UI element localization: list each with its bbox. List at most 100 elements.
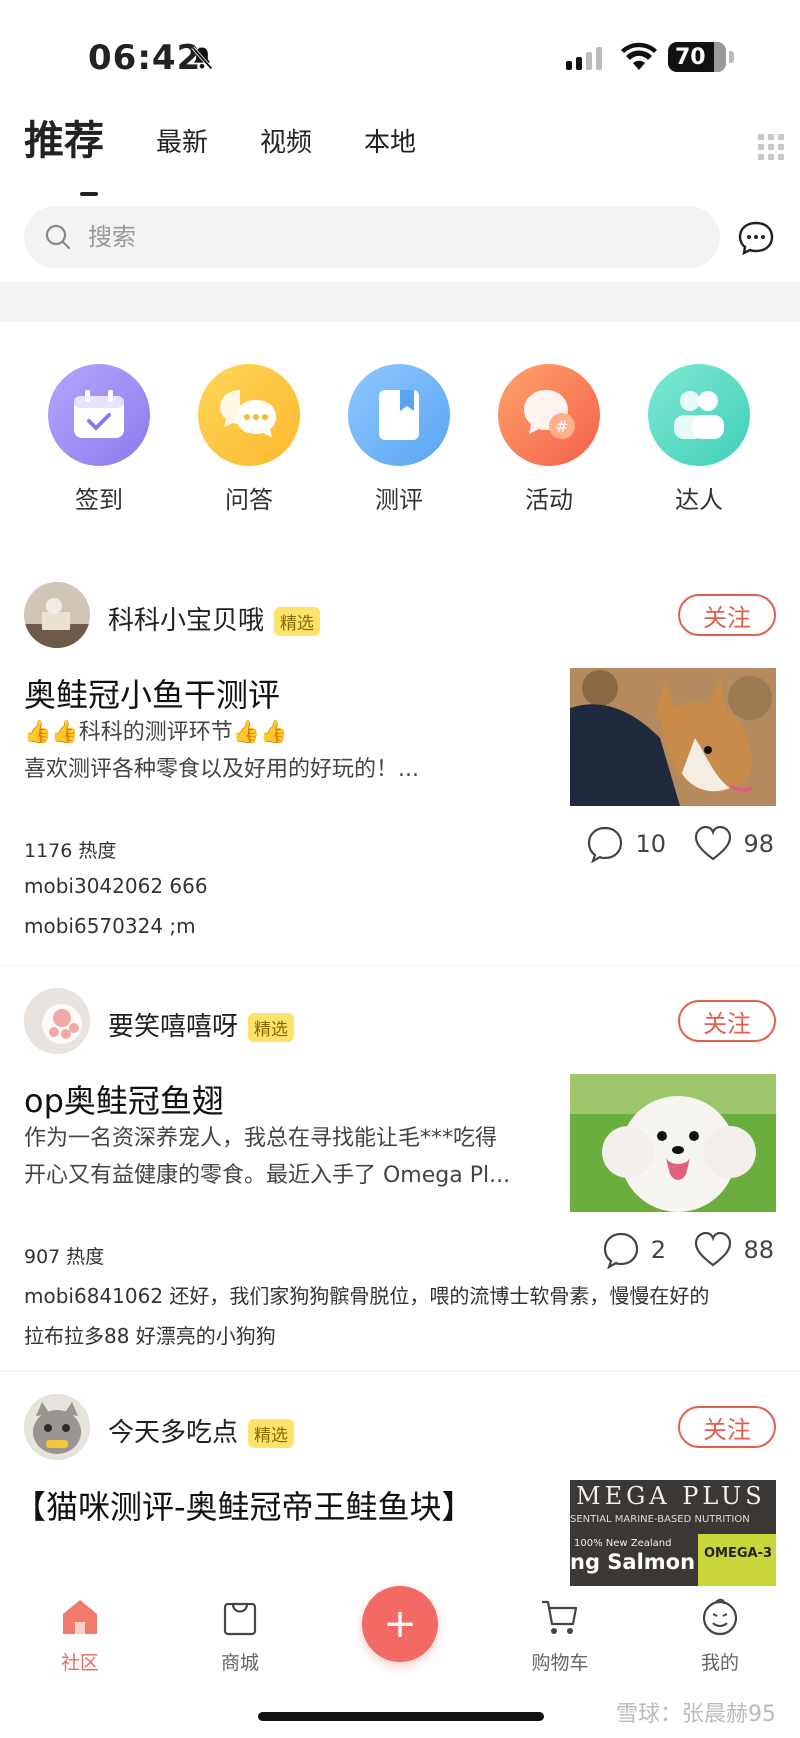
author-name[interactable]: 要笑嘻嘻呀 精选: [108, 1006, 295, 1043]
post-title[interactable]: op奥鲑冠鱼翅: [24, 1076, 224, 1122]
comment-count-text: 2: [650, 1236, 666, 1264]
shortcut-experts[interactable]: 达人: [644, 364, 754, 515]
section-divider: [0, 282, 800, 322]
all-channels-grid-icon[interactable]: [758, 134, 784, 160]
post-title[interactable]: 【猫咪测评-奥鲑冠帝王鲑鱼块】: [14, 1482, 474, 1528]
shortcut-row: 签到 问答 测评 # 活动 达人: [0, 364, 800, 524]
thumbnail-text: 100% New Zealand: [574, 1538, 672, 1549]
avatar[interactable]: [24, 1394, 90, 1460]
excerpt-line: 作为一名资深养宠人，我总在寻找能让毛***吃得: [24, 1126, 498, 1151]
smiley-face-icon: [702, 1598, 738, 1636]
home-icon: [63, 1600, 97, 1634]
shortcut-label: 问答: [225, 486, 273, 514]
post-thumbnail[interactable]: [570, 668, 776, 806]
shortcut-qa[interactable]: 问答: [194, 364, 304, 515]
post-thumbnail[interactable]: [570, 1074, 776, 1212]
heart-icon: [695, 1231, 732, 1267]
like-count[interactable]: 98: [693, 824, 774, 864]
post-thumbnail[interactable]: MEGA PLUS SENTIAL MARINE-BASED NUTRITION…: [570, 1480, 776, 1586]
thumbnail-label-panel: OMEGA-3: [698, 1534, 776, 1586]
bookmark-book-icon: [348, 364, 450, 466]
shortcut-label: 达人: [675, 486, 723, 514]
featured-badge: 精选: [248, 1419, 295, 1448]
search-bar[interactable]: [24, 206, 720, 268]
battery-icon: 70: [668, 42, 734, 72]
tab-latest[interactable]: 最新: [156, 122, 208, 159]
post-excerpt[interactable]: 👍👍科科的测评环节👍👍 喜欢测评各种零食以及好用的好玩的！...: [24, 714, 544, 788]
featured-badge: 精选: [248, 1013, 295, 1042]
search-icon: [45, 224, 71, 250]
excerpt-line: 喜欢测评各种零食以及好用的好玩的！...: [24, 757, 419, 782]
thumbnail-text: MEGA PLUS: [576, 1482, 766, 1510]
author-name-text: 今天多吃点: [108, 1418, 239, 1448]
comment-icon: [603, 1232, 638, 1270]
thumbnail-text: ng Salmon: [570, 1550, 696, 1574]
tab-video[interactable]: 视频: [260, 122, 312, 159]
author-name-text: 科科小宝贝哦: [108, 606, 265, 636]
battery-level: 70: [675, 44, 706, 70]
shortcut-checkin[interactable]: 签到: [44, 364, 154, 515]
watermark: 雪球：张晨赫95: [616, 1702, 776, 1727]
avatar[interactable]: [24, 988, 90, 1054]
search-input[interactable]: [88, 223, 648, 251]
heat-count: 907 热度: [24, 1246, 105, 1268]
nav-community[interactable]: 社区: [30, 1596, 130, 1675]
thumbnail-text: SENTIAL MARINE-BASED NUTRITION: [570, 1514, 750, 1525]
heart-icon: [695, 825, 732, 861]
chat-bubbles-icon: [198, 364, 300, 466]
post-card[interactable]: 科科小宝贝哦 精选 关注 奥鲑冠小鱼干测评 👍👍科科的测评环节👍👍 喜欢测评各种零…: [0, 560, 800, 966]
follow-button[interactable]: 关注: [678, 1000, 776, 1042]
mute-bell-icon: [191, 46, 213, 70]
author-name[interactable]: 科科小宝贝哦 精选: [108, 600, 321, 637]
nav-mine[interactable]: 我的: [670, 1596, 770, 1675]
nav-cart[interactable]: 购物车: [510, 1596, 610, 1675]
like-count[interactable]: 88: [693, 1230, 774, 1270]
comment-preview[interactable]: mobi6570324 ;m: [24, 914, 196, 938]
follow-button[interactable]: 关注: [678, 1406, 776, 1448]
people-icon: [648, 364, 750, 466]
comment-preview[interactable]: 拉布拉多88 好漂亮的小狗狗: [24, 1320, 276, 1349]
hashtag-bubble-icon: #: [498, 364, 600, 466]
featured-badge: 精选: [274, 607, 321, 636]
post-card[interactable]: 今天多吃点 精选 关注 【猫咪测评-奥鲑冠帝王鲑鱼块】 MEGA PLUS SEN…: [0, 1372, 800, 1586]
comment-preview[interactable]: mobi6841062 还好，我们家狗狗髌骨脱位，喂的流博士软骨素，慢慢在好的: [24, 1280, 709, 1309]
calendar-check-icon: [48, 364, 150, 466]
shortcut-label: 测评: [375, 486, 423, 514]
home-indicator[interactable]: [258, 1712, 544, 1721]
tab-local[interactable]: 本地: [364, 122, 416, 159]
nav-label: 社区: [60, 1652, 99, 1674]
like-count-text: 88: [743, 1236, 774, 1264]
shortcut-review[interactable]: 测评: [344, 364, 454, 515]
svg-text:#: #: [555, 417, 568, 436]
create-post-button[interactable]: +: [362, 1586, 438, 1662]
follow-button[interactable]: 关注: [678, 594, 776, 636]
cellular-signal-icon: [566, 46, 602, 70]
status-time: 06:42: [88, 38, 202, 78]
post-excerpt[interactable]: 作为一名资深养宠人，我总在寻找能让毛***吃得 开心又有益健康的零食。最近入手了…: [24, 1120, 544, 1194]
avatar[interactable]: [24, 582, 90, 648]
active-tab-indicator: [80, 192, 98, 196]
nav-label: 我的: [700, 1652, 739, 1674]
shopping-cart-icon: [542, 1600, 578, 1634]
author-name-text: 要笑嘻嘻呀: [108, 1012, 239, 1042]
nav-mall[interactable]: 商城: [190, 1596, 290, 1675]
thumbnail-text: OMEGA-3: [704, 1546, 773, 1561]
shopping-bag-icon: [223, 1602, 257, 1636]
nav-label: 商城: [220, 1652, 259, 1674]
author-name[interactable]: 今天多吃点 精选: [108, 1412, 295, 1449]
comment-count[interactable]: 10: [585, 824, 666, 864]
status-bar: 06:42 70: [0, 0, 800, 110]
comment-preview[interactable]: mobi3042062 666: [24, 874, 208, 898]
shortcut-label: 签到: [75, 486, 123, 514]
nav-label: 购物车: [531, 1652, 589, 1674]
excerpt-line: 👍👍科科的测评环节👍👍: [24, 720, 288, 745]
post-card[interactable]: 要笑嘻嘻呀 精选 关注 op奥鲑冠鱼翅 作为一名资深养宠人，我总在寻找能让毛***…: [0, 966, 800, 1372]
post-title[interactable]: 奥鲑冠小鱼干测评: [24, 670, 280, 716]
tab-recommend[interactable]: 推荐: [24, 108, 104, 166]
wifi-icon: [621, 42, 657, 70]
top-tabs: 推荐 最新 视频 本地: [24, 108, 784, 198]
comment-count[interactable]: 2: [601, 1230, 666, 1270]
message-bubble-icon[interactable]: [736, 218, 776, 258]
shortcut-label: 活动: [525, 486, 573, 514]
shortcut-activity[interactable]: # 活动: [494, 364, 604, 515]
